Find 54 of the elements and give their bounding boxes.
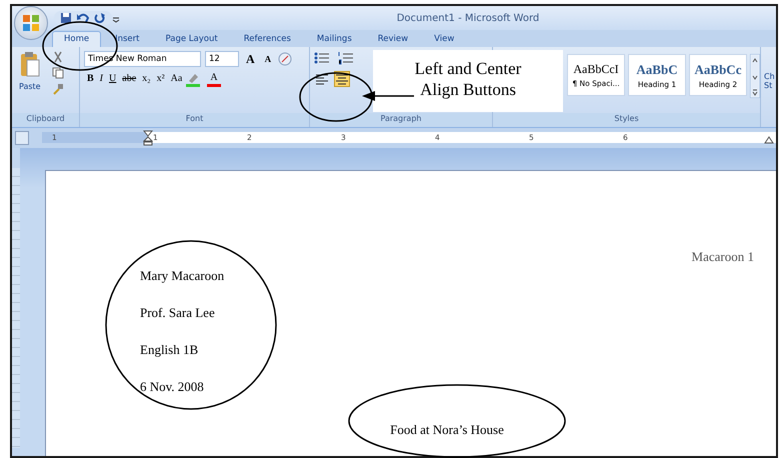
ribbon-tab[interactable]: Page Layout — [154, 31, 230, 47]
redo-icon[interactable] — [94, 12, 106, 24]
pointer-arrow — [362, 91, 414, 101]
window-title: Document1 - Microsoft Word — [396, 12, 540, 26]
font-size: 12 — [209, 52, 220, 66]
paste-button[interactable]: Paste — [16, 79, 44, 95]
align-center-button[interactable] — [334, 71, 350, 87]
clipboard-icon — [18, 51, 41, 79]
indent-marker-icon[interactable] — [143, 130, 153, 146]
style-sample: AaBbC — [636, 60, 678, 79]
group-label: Paragraph — [310, 113, 492, 127]
font-color-button[interactable]: A — [207, 72, 221, 86]
heading-line: Prof. Sara Lee — [140, 305, 215, 320]
format-button[interactable]: x₂ — [139, 71, 154, 87]
format-button[interactable]: I — [96, 71, 106, 87]
scissors-icon[interactable] — [52, 51, 64, 63]
group-label: Styles — [493, 113, 760, 127]
gallery-scroll-icon[interactable] — [750, 54, 760, 98]
copy-icon[interactable] — [52, 67, 64, 79]
ribbon-tab[interactable]: Insert — [103, 31, 152, 47]
bullets-icon[interactable] — [314, 51, 330, 65]
change-styles-label: Ch — [764, 72, 775, 81]
logo-icon — [22, 14, 40, 32]
style-sample: AaBbCc — [694, 60, 742, 79]
font-size-button[interactable]: A — [243, 51, 258, 67]
save-icon[interactable] — [60, 12, 72, 24]
heading-line: 6 Nov. 2008 — [140, 379, 204, 394]
clear-format-icon[interactable] — [278, 52, 292, 66]
ribbon-tab[interactable]: Home — [52, 31, 102, 47]
format-button[interactable]: Aa — [168, 71, 186, 87]
heading-line: Mary Macaroon — [140, 268, 224, 283]
ribbon-tab[interactable]: Mailings — [304, 31, 364, 47]
format-button[interactable]: x² — [154, 71, 168, 87]
callout-text: Align Buttons — [420, 79, 516, 100]
format-button[interactable]: B — [84, 71, 97, 87]
group-label: Clipboard — [12, 113, 79, 127]
font-size-field[interactable]: 12 — [205, 51, 239, 67]
format-button[interactable]: abe — [119, 71, 140, 87]
undo-icon[interactable] — [76, 12, 90, 24]
format-button[interactable]: U — [106, 71, 120, 87]
ribbon-tab[interactable]: View — [422, 31, 466, 47]
ribbon-tab[interactable]: Review — [366, 31, 420, 47]
group-label: Font — [80, 113, 309, 127]
style-sample: AaBbCcI — [573, 61, 619, 78]
right-indent-icon[interactable] — [764, 136, 774, 144]
brush-icon[interactable] — [52, 83, 64, 95]
font-size-button[interactable]: A — [262, 51, 274, 67]
page-header: Macaroon 1 — [692, 249, 754, 264]
ribbon-tab[interactable]: References — [232, 31, 303, 47]
change-styles-label: St — [764, 81, 774, 90]
heading-line: English 1B — [140, 342, 198, 357]
numbering-icon[interactable] — [338, 51, 354, 65]
document-title: Food at Nora’s House — [390, 422, 504, 437]
callout-text: Left and Center — [414, 58, 522, 79]
